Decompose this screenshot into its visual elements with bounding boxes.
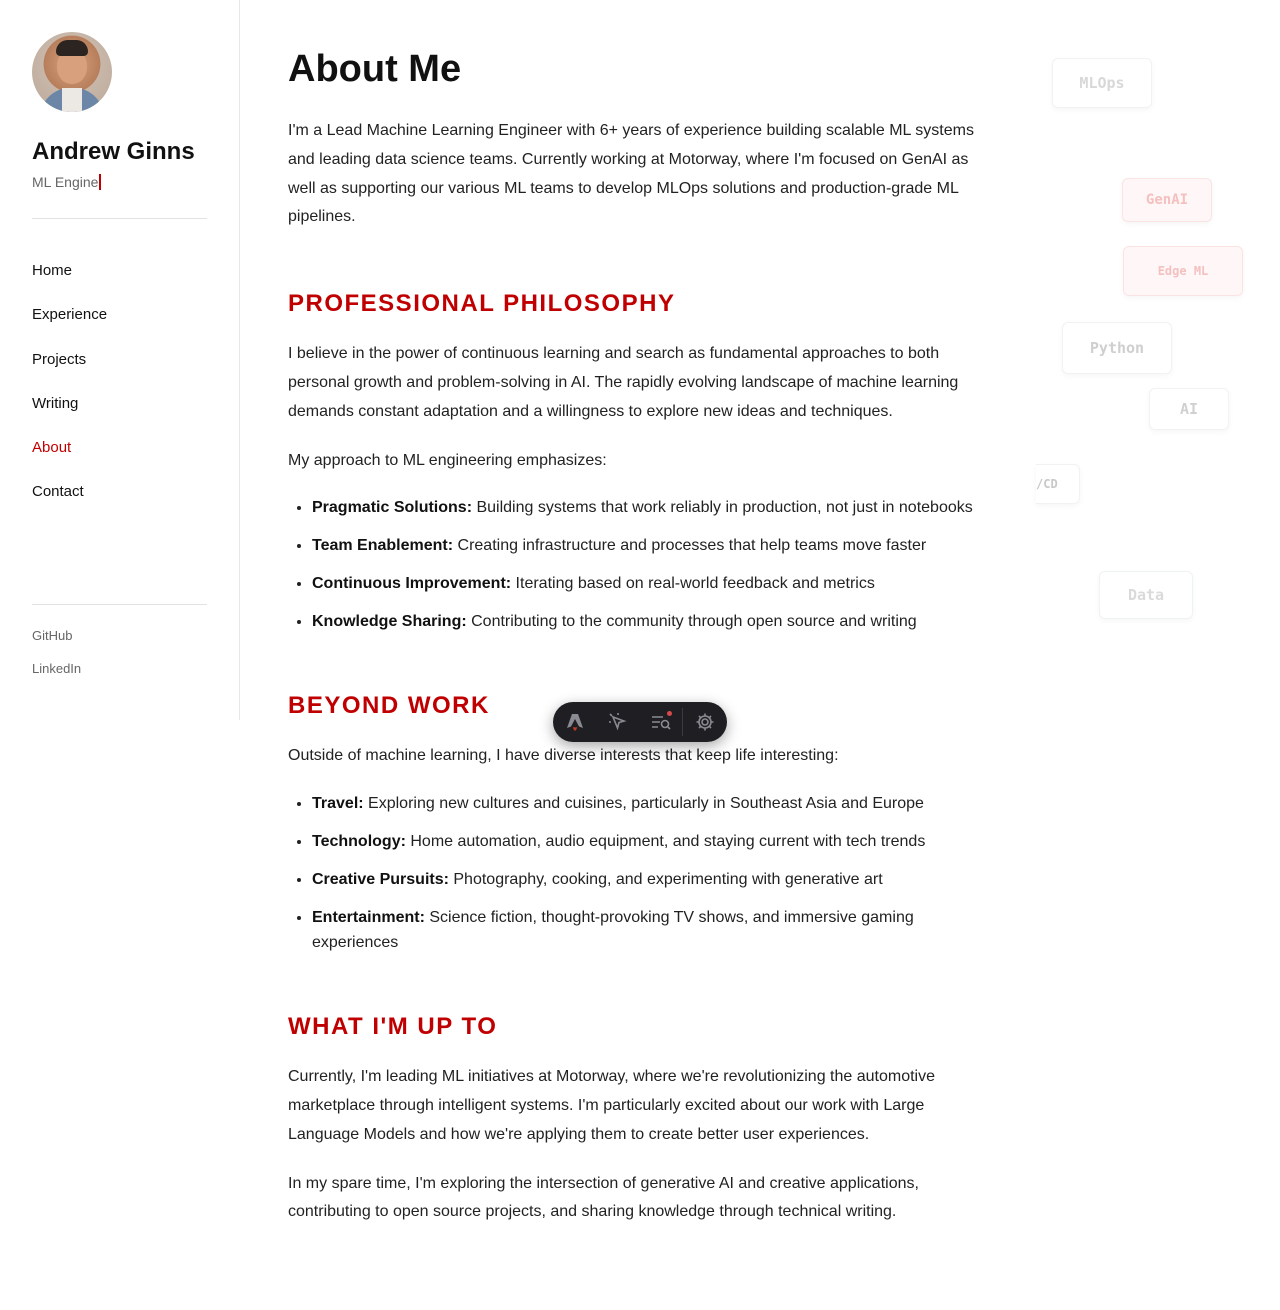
spare-time-paragraph: In my spare time, I'm exploring the inte… [288, 1174, 919, 1221]
nav-about[interactable]: About [32, 439, 107, 483]
floating-tag-cicd: /CD [1036, 464, 1080, 504]
typing-cursor [99, 174, 102, 190]
approach-list: Pragmatic Solutions: Building systems th… [312, 495, 988, 634]
floating-tag-genai: GenAI [1122, 178, 1212, 222]
main-nav: Home Experience Projects Writing About C… [32, 262, 107, 528]
page-title: About Me [288, 48, 462, 90]
section-heading-up-to: WHAT I'M UP TO [288, 1013, 498, 1041]
github-link[interactable]: GitHub [32, 628, 81, 661]
sidebar: Andrew Ginns ML Engine Home Experience P… [0, 0, 240, 720]
section-heading-philosophy: PROFESSIONAL PHILOSOPHY [288, 290, 676, 318]
up-to-paragraph: Currently, I'm leading ML initiatives at… [288, 1068, 935, 1143]
main-content: About Me I'm a Lead Machine Learning Eng… [288, 48, 988, 1247]
philosophy-paragraph: I believe in the power of continuous lea… [288, 345, 959, 420]
notification-dot [667, 711, 672, 716]
linkedin-link[interactable]: LinkedIn [32, 661, 81, 694]
dev-toolbar [553, 702, 727, 742]
interests-list: Travel: Exploring new cultures and cuisi… [312, 791, 988, 955]
floating-tag-edge-ml: Edge ML [1123, 246, 1243, 296]
site-owner-name[interactable]: Andrew Ginns [32, 138, 195, 166]
typing-role-text: ML Engine [32, 174, 102, 190]
settings-gear-icon[interactable] [683, 702, 726, 742]
divider [32, 218, 207, 219]
list-item: Knowledge Sharing: Contributing to the c… [312, 609, 988, 634]
nav-experience[interactable]: Experience [32, 306, 107, 350]
audit-list-icon[interactable] [639, 702, 682, 742]
floating-tag-python: Python [1062, 322, 1172, 374]
list-item: Pragmatic Solutions: Building systems th… [312, 495, 988, 520]
list-item: Continuous Improvement: Iterating based … [312, 571, 988, 596]
social-links: GitHub LinkedIn [32, 628, 81, 694]
list-item: Travel: Exploring new cultures and cuisi… [312, 791, 988, 816]
intro-paragraph: I'm a Lead Machine Learning Engineer wit… [288, 122, 974, 226]
nav-projects[interactable]: Projects [32, 351, 107, 395]
floating-tag-ai: AI [1149, 388, 1229, 430]
approach-intro: My approach to ML engineering emphasizes… [288, 451, 607, 469]
floating-tag-mlops: MLOps [1052, 58, 1152, 108]
nav-contact[interactable]: Contact [32, 483, 107, 527]
list-item: Entertainment: Science fiction, thought-… [312, 905, 988, 955]
floating-tag-data: Data [1099, 571, 1193, 619]
nav-writing[interactable]: Writing [32, 395, 107, 439]
divider [32, 604, 207, 605]
list-item: Creative Pursuits: Photography, cooking,… [312, 867, 988, 892]
inspect-cursor-icon[interactable] [596, 702, 639, 742]
avatar [32, 32, 112, 112]
list-item: Technology: Home automation, audio equip… [312, 829, 988, 854]
list-item: Team Enablement: Creating infrastructure… [312, 533, 988, 558]
nav-home[interactable]: Home [32, 262, 107, 306]
astro-logo-icon[interactable] [553, 702, 596, 742]
beyond-work-paragraph: Outside of machine learning, I have dive… [288, 747, 839, 765]
